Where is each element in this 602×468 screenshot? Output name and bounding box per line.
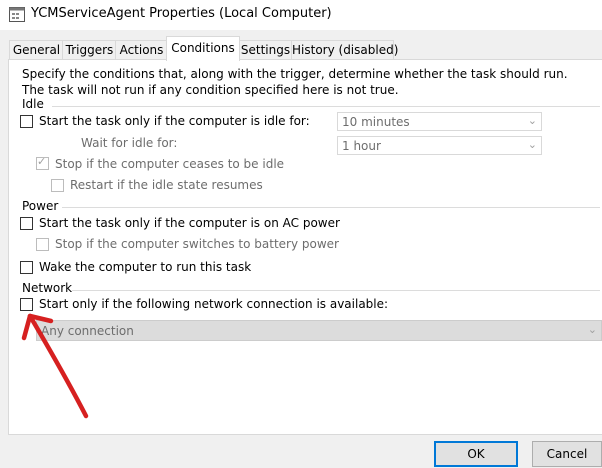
network-group-divider [72,290,600,291]
idle-duration-select[interactable]: 10 minutes ⌄ [337,112,542,131]
network-group-label: Network [22,281,73,295]
network-connection-select[interactable]: Any connection ⌄ [36,320,602,341]
wait-duration-select[interactable]: 1 hour ⌄ [337,136,542,155]
idle-duration-value: 10 minutes [342,115,410,129]
battery-stop-label: Stop if the computer switches to battery… [55,237,339,251]
chevron-down-icon: ⌄ [587,323,597,336]
chevron-down-icon: ⌄ [527,114,537,127]
start-if-idle-label: Start the task only if the computer is i… [39,114,310,128]
tab-strip: General Triggers Actions Conditions Sett… [0,36,602,61]
checkmark-icon: ✓ [37,155,47,168]
power-group-divider [62,207,600,208]
power-group-label: Power [22,199,59,213]
network-connection-value: Any connection [41,324,134,338]
task-scheduler-icon [9,7,25,22]
wait-duration-value: 1 hour [342,139,381,153]
ok-button[interactable]: OK [434,441,518,467]
ac-power-checkbox[interactable] [20,217,33,230]
wait-for-idle-label: Wait for idle for: [81,136,178,150]
wake-computer-checkbox[interactable] [20,261,33,274]
title-bar: YCMServiceAgent Properties (Local Comput… [0,0,602,30]
tab-actions[interactable]: Actions [115,40,168,60]
ac-power-label: Start the task only if the computer is o… [39,216,340,230]
window-title: YCMServiceAgent Properties (Local Comput… [31,6,332,21]
battery-stop-checkbox[interactable] [36,238,49,251]
wake-computer-label: Wake the computer to run this task [39,260,252,274]
restart-if-idle-checkbox[interactable] [51,179,64,192]
stop-if-not-idle-label: Stop if the computer ceases to be idle [55,157,285,171]
tab-history[interactable]: History (disabled) [291,40,398,60]
idle-group-label: Idle [22,97,44,111]
start-if-idle-checkbox[interactable] [20,115,33,128]
tab-triggers[interactable]: Triggers [62,40,117,60]
tab-settings[interactable]: Settings [238,40,293,60]
cancel-button[interactable]: Cancel [532,441,602,467]
stop-if-not-idle-checkbox[interactable]: ✓ [36,155,49,170]
idle-group-divider [52,106,600,107]
tab-general[interactable]: General [9,40,64,60]
restart-if-idle-label: Restart if the idle state resumes [70,178,263,192]
network-available-label: Start only if the following network conn… [39,297,389,311]
conditions-description: Specify the conditions that, along with … [22,67,568,97]
tab-conditions[interactable]: Conditions [166,36,240,61]
network-available-checkbox[interactable] [20,298,33,311]
chevron-down-icon: ⌄ [527,138,537,151]
